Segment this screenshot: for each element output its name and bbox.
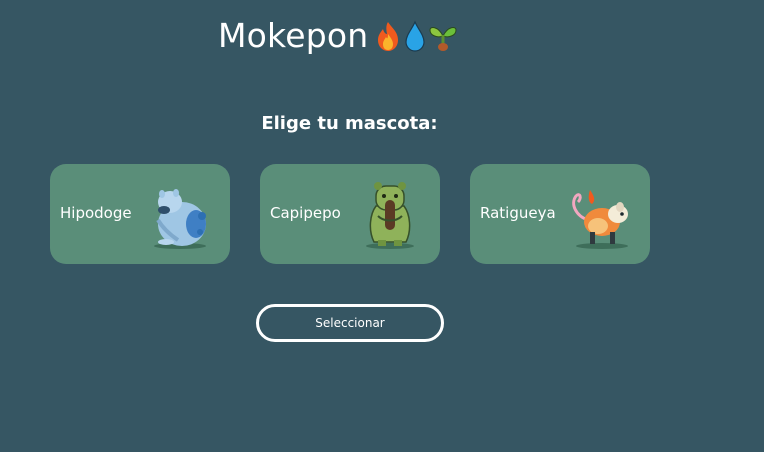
pet-card-capipepo[interactable]: Capipepo — [260, 164, 440, 264]
fire-icon — [378, 21, 399, 51]
pet-name: Hipodoge — [60, 204, 132, 222]
ratigueya-image — [572, 190, 628, 249]
element-icons — [374, 19, 458, 52]
pet-card-hipodoge[interactable]: Hipodoge — [50, 164, 230, 264]
water-drop-icon — [405, 19, 425, 52]
pet-name: Ratigueya — [480, 204, 556, 222]
pet-options: Hipodoge Capipepo Ratigueya — [50, 164, 650, 264]
page-title: Mokepon — [218, 16, 508, 55]
title-text: Mokepon — [218, 16, 369, 55]
pet-name: Capipepo — [270, 204, 341, 222]
hipodoge-image — [154, 189, 206, 249]
pet-card-ratigueya[interactable]: Ratigueya — [470, 164, 650, 264]
capipepo-image — [366, 182, 414, 249]
sprout-icon — [429, 26, 457, 51]
select-pet-button[interactable]: Seleccionar — [256, 304, 444, 342]
choose-pet-heading: Elige tu mascota: — [261, 113, 438, 134]
